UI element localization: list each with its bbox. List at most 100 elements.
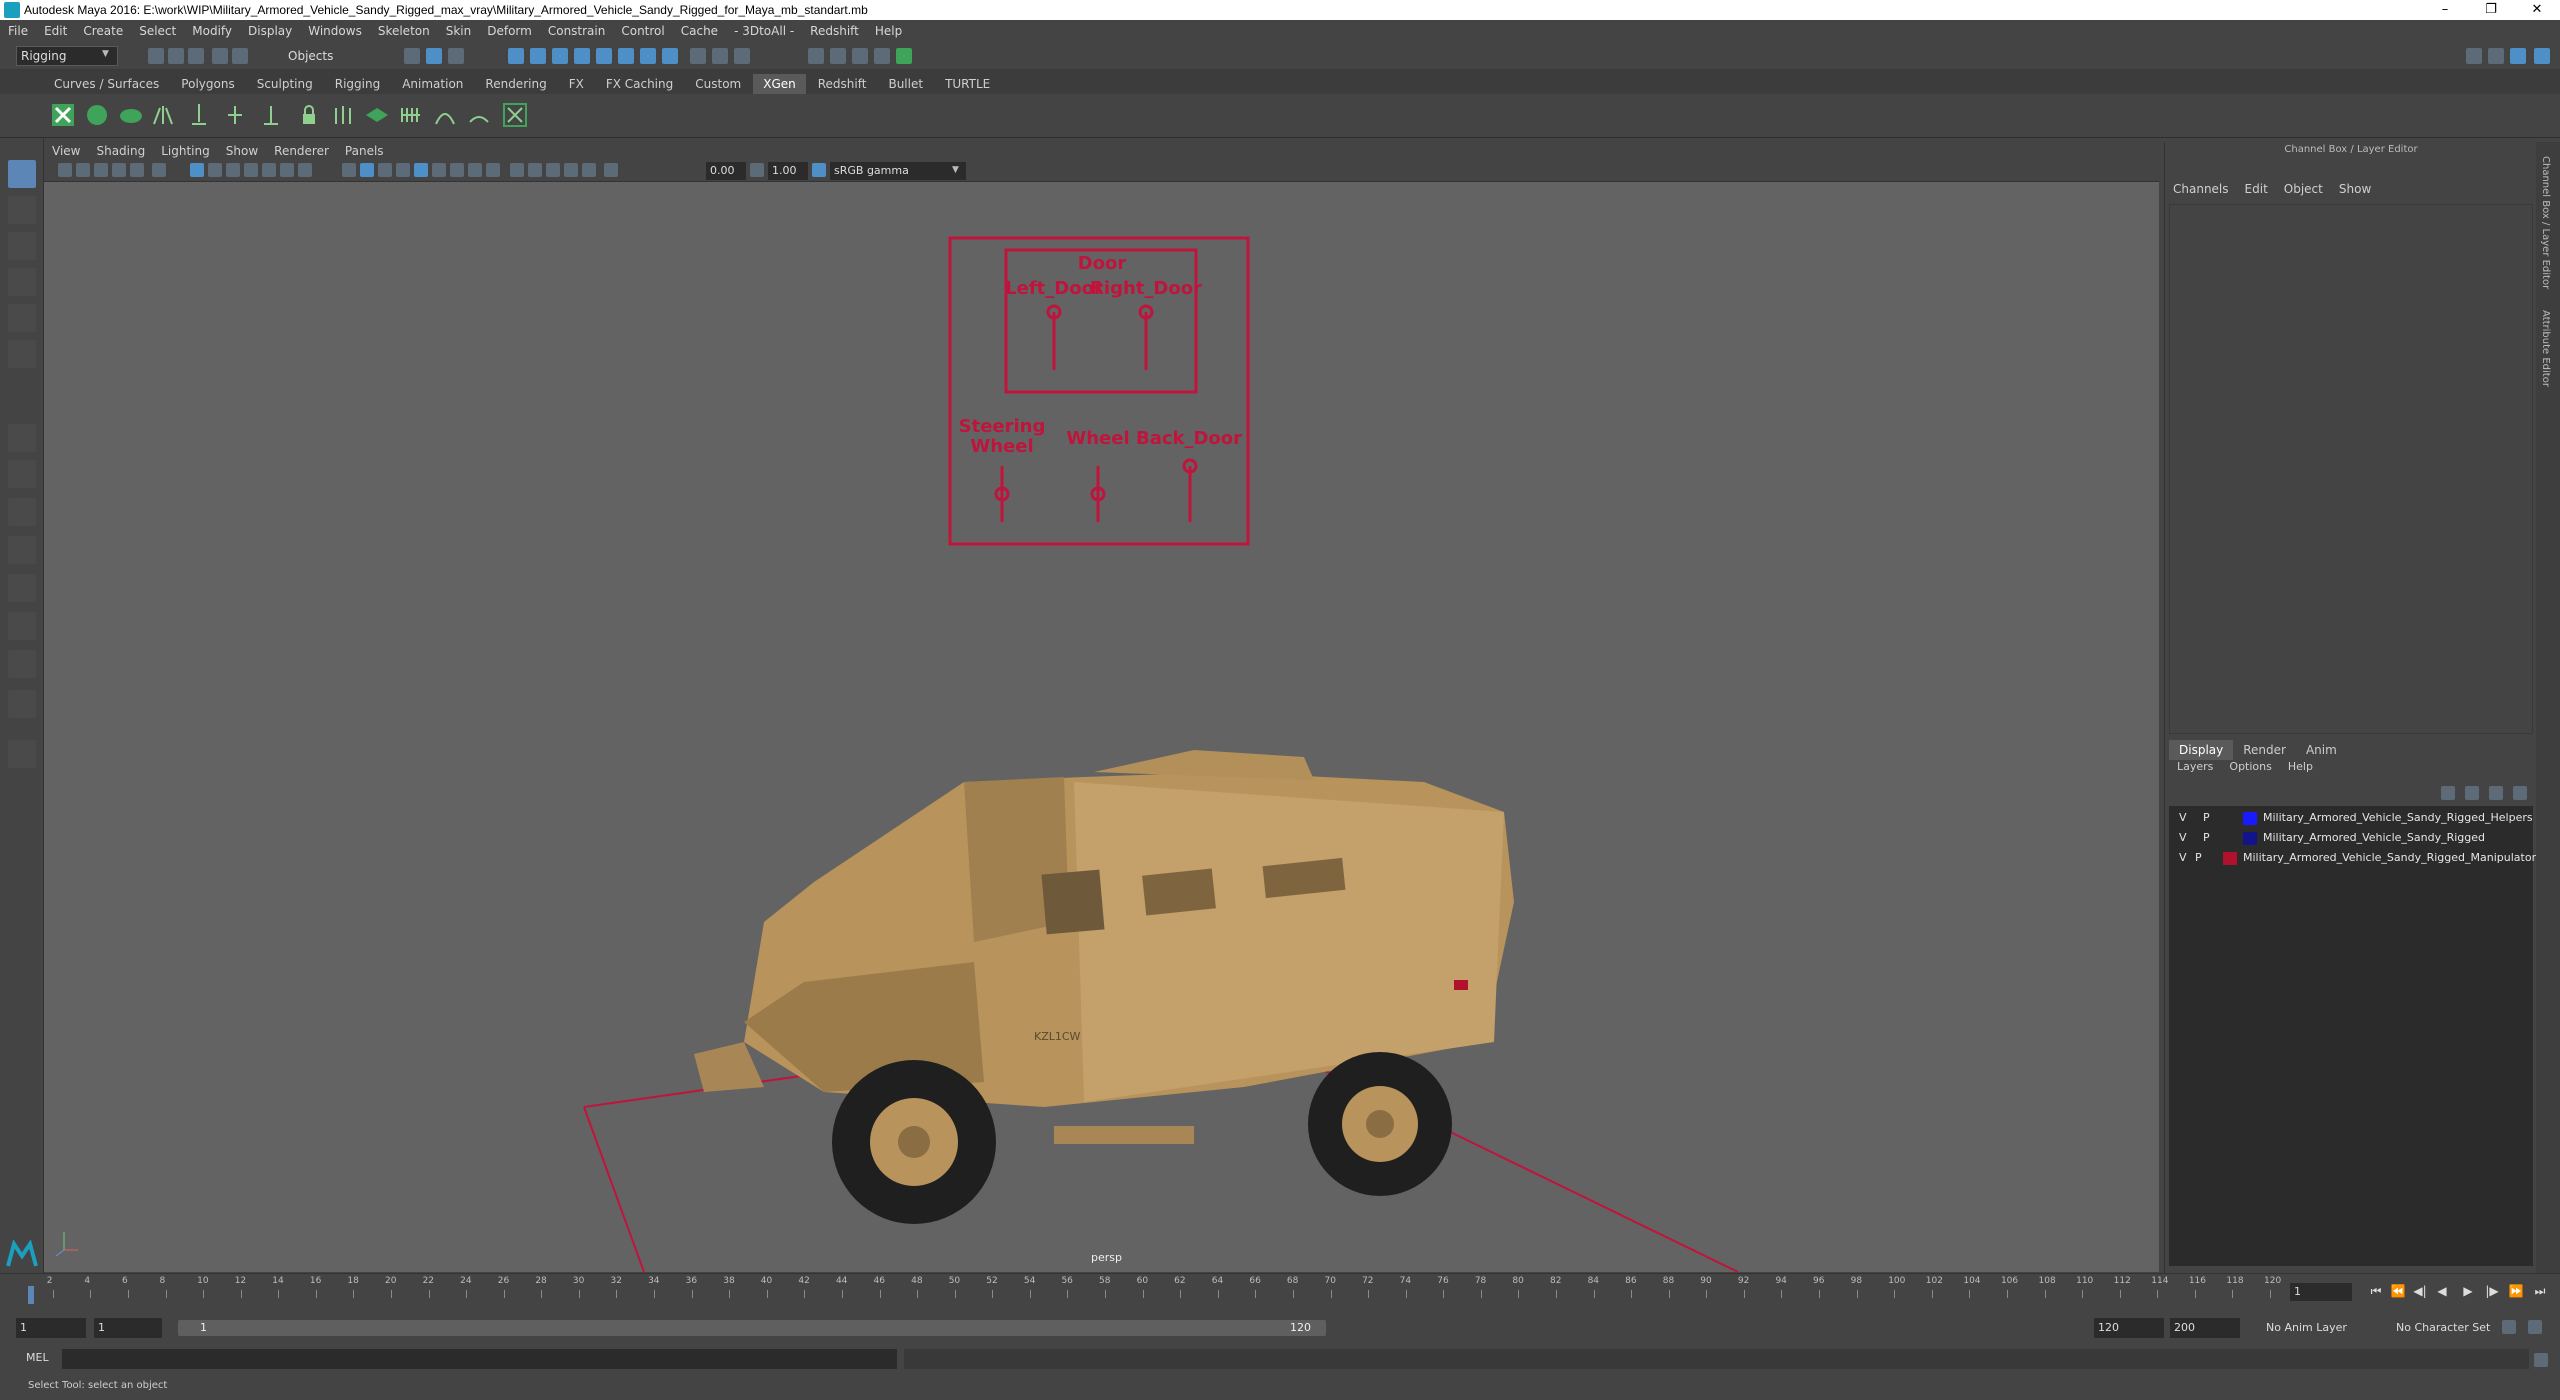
select-by-component-icon[interactable] — [448, 48, 464, 64]
lasso-tool-icon[interactable] — [8, 196, 36, 224]
auto-key-icon[interactable] — [2502, 1320, 2516, 1334]
workspace-icon[interactable] — [2466, 48, 2482, 64]
field-chart-icon[interactable] — [262, 163, 276, 177]
minimize-button[interactable]: – — [2422, 0, 2468, 20]
viewport-menu-lighting[interactable]: Lighting — [153, 144, 218, 158]
four-view-layout-icon[interactable] — [8, 460, 36, 488]
persp-graph-layout-icon[interactable] — [8, 536, 36, 564]
xray-components-icon[interactable] — [582, 163, 596, 177]
input-ops-icon[interactable] — [640, 48, 656, 64]
menu-select[interactable]: Select — [131, 24, 184, 38]
xgen-comb-icon[interactable] — [398, 102, 424, 128]
menu-control[interactable]: Control — [613, 24, 672, 38]
motion-blur-icon[interactable] — [468, 163, 482, 177]
xgen-guide-density-icon[interactable] — [330, 102, 356, 128]
layer-visibility-toggle[interactable]: V — [2179, 848, 2187, 868]
move-layer-up-icon[interactable] — [2441, 786, 2455, 800]
xgen-add-guide-icon[interactable] — [222, 102, 248, 128]
new-layer-from-selection-icon[interactable] — [2513, 786, 2527, 800]
render-current-icon[interactable] — [830, 48, 846, 64]
shelf-tab-redshift[interactable]: Redshift — [808, 74, 877, 94]
snap-view-plane-icon[interactable] — [574, 48, 590, 64]
rotate-tool-icon[interactable] — [8, 304, 36, 332]
grid-toggle-icon[interactable] — [190, 163, 204, 177]
camera-select-icon[interactable] — [58, 163, 72, 177]
command-language-toggle[interactable]: MEL — [26, 1351, 49, 1364]
layer-tab-anim[interactable]: Anim — [2296, 740, 2347, 760]
step-forward-key-button[interactable]: ⏩ — [2508, 1283, 2524, 1299]
channel-box-menu-channels[interactable]: Channels — [2165, 182, 2237, 200]
xgen-preview-icon[interactable] — [502, 102, 528, 128]
menu-edit[interactable]: Edit — [36, 24, 75, 38]
perspective-viewport[interactable]: Door Left_Door Right_Door Steering Wheel… — [44, 182, 2159, 1272]
step-back-key-button[interactable]: ⏪ — [2390, 1283, 2406, 1299]
selection-mode-field[interactable]: Objects — [288, 46, 380, 66]
xray-icon[interactable] — [546, 163, 560, 177]
layer-playback-toggle[interactable]: P — [2203, 808, 2210, 828]
2d-pan-zoom-icon[interactable] — [130, 163, 144, 177]
xray-joints-icon[interactable] — [564, 163, 578, 177]
side-tab-channel-box[interactable]: Channel Box / Layer Editor — [2540, 156, 2551, 289]
playback-start-field[interactable]: 1 — [94, 1318, 162, 1338]
xgen-primitive-icon[interactable] — [118, 102, 144, 128]
shelf-tab-xgen[interactable]: XGen — [753, 74, 806, 94]
script-editor-icon[interactable] — [2534, 1353, 2548, 1367]
outliner-layout-icon[interactable] — [8, 612, 36, 640]
modeling-toolkit-icon[interactable] — [2510, 48, 2526, 64]
playback-range-bar[interactable]: 1 120 — [178, 1320, 1326, 1336]
symmetry-icon[interactable] — [712, 48, 728, 64]
side-by-side-layout-icon[interactable] — [8, 498, 36, 526]
shelf-tab-turtle[interactable]: TURTLE — [935, 74, 1000, 94]
render-settings-icon[interactable] — [874, 48, 890, 64]
shelf-tab-rendering[interactable]: Rendering — [475, 74, 556, 94]
layer-color-swatch[interactable] — [2223, 852, 2237, 865]
xgen-sculpt-guide-icon[interactable] — [258, 102, 284, 128]
shelf-tab-sculpting[interactable]: Sculpting — [247, 74, 323, 94]
grease-pencil-icon[interactable] — [152, 163, 166, 177]
graph-layout-icon[interactable] — [8, 650, 36, 678]
output-ops-icon[interactable] — [662, 48, 678, 64]
scale-tool-icon[interactable] — [8, 340, 36, 368]
layer-tab-display[interactable]: Display — [2169, 740, 2234, 760]
history-icon[interactable] — [618, 48, 634, 64]
anim-layer-dropdown[interactable]: No Anim Layer — [2266, 1318, 2347, 1338]
xgen-curve-icon[interactable] — [432, 102, 458, 128]
current-time-marker[interactable] — [28, 1286, 34, 1304]
textured-icon[interactable] — [396, 163, 410, 177]
command-input[interactable] — [62, 1349, 897, 1369]
layer-row[interactable]: V P Military_Armored_Vehicle_Sandy_Rigge… — [2169, 808, 2533, 828]
viewport-menu-renderer[interactable]: Renderer — [266, 144, 337, 158]
xgen-create-description-icon[interactable] — [84, 102, 110, 128]
single-view-layout-icon[interactable] — [8, 424, 36, 452]
go-to-start-button[interactable]: ⏮ — [2368, 1283, 2384, 1299]
shelf-tab-curves-surfaces[interactable]: Curves / Surfaces — [44, 74, 169, 94]
layer-row[interactable]: V P Military_Armored_Vehicle_Sandy_Rigge… — [2169, 848, 2536, 868]
animation-start-field[interactable]: 1 — [16, 1318, 86, 1338]
use-all-lights-icon[interactable] — [414, 163, 428, 177]
select-by-hierarchy-icon[interactable] — [404, 48, 420, 64]
ambient-occlusion-icon[interactable] — [450, 163, 464, 177]
channel-box-toggle-icon[interactable] — [2534, 48, 2550, 64]
undo-icon[interactable] — [212, 48, 228, 64]
play-backwards-button[interactable]: ◀ — [2434, 1283, 2450, 1299]
layer-menu-layers[interactable]: Layers — [2169, 760, 2221, 778]
camera-attributes-icon[interactable] — [76, 163, 90, 177]
viewport-menu-show[interactable]: Show — [218, 144, 266, 158]
resolution-gate-icon[interactable] — [226, 163, 240, 177]
step-back-frame-button[interactable]: ◀| — [2412, 1283, 2428, 1299]
layer-menu-options[interactable]: Options — [2221, 760, 2279, 778]
menu-modify[interactable]: Modify — [184, 24, 240, 38]
new-empty-layer-icon[interactable] — [2489, 786, 2503, 800]
paint-select-tool-icon[interactable] — [8, 232, 36, 260]
view-transform-dropdown[interactable]: sRGB gamma — [830, 162, 966, 180]
save-scene-icon[interactable] — [188, 48, 204, 64]
xgen-layer-icon[interactable] — [364, 102, 390, 128]
menu-display[interactable]: Display — [240, 24, 300, 38]
select-tool-icon[interactable] — [8, 160, 36, 188]
playback-end-field[interactable]: 120 — [2094, 1318, 2164, 1338]
character-set-dropdown[interactable]: No Character Set — [2396, 1318, 2490, 1338]
time-slider[interactable]: 2 4 6 8 10 12 14 16 18 20 22 24 26 28 30 32 34 36 38 40 42 44… — [0, 1273, 2560, 1309]
persp-outliner-layout-icon[interactable] — [8, 574, 36, 602]
menu-skin[interactable]: Skin — [438, 24, 480, 38]
shelf-tab-custom[interactable]: Custom — [685, 74, 751, 94]
